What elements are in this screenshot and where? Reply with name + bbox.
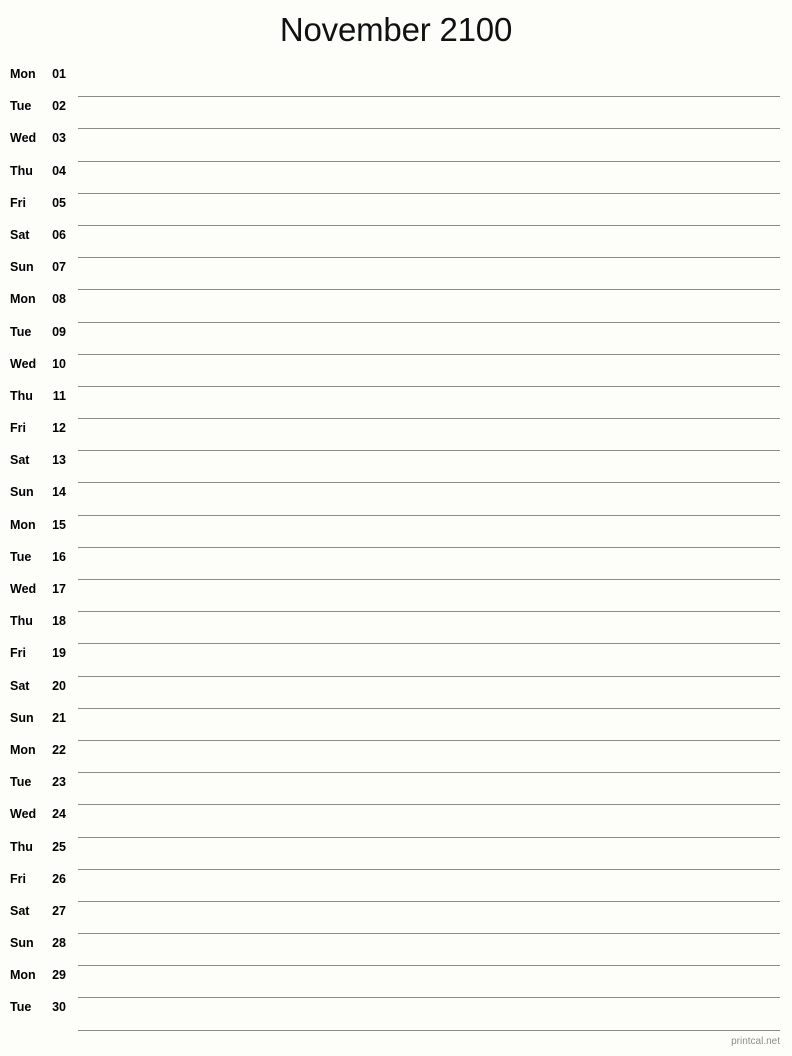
day-row[interactable]: Fri 05 [0, 194, 792, 226]
day-number-label: 22 [52, 742, 66, 757]
day-row[interactable]: Sun 14 [0, 483, 792, 516]
day-number-label: 23 [52, 775, 66, 790]
day-number-label: 12 [52, 421, 66, 436]
day-row[interactable]: Thu 25 [0, 838, 792, 870]
day-number-label: 17 [52, 582, 66, 596]
day-number-label: 18 [52, 614, 66, 629]
day-number-label: 30 [52, 1000, 66, 1015]
day-number-label: 29 [52, 968, 66, 983]
day-row[interactable]: Thu 11 [0, 387, 792, 420]
day-number-label: 19 [52, 646, 66, 661]
day-row[interactable]: Wed 17 [0, 580, 792, 613]
day-number-label: 26 [52, 871, 66, 886]
day-row[interactable]: Fri 19 [0, 644, 792, 677]
day-row[interactable]: Sun 21 [0, 709, 792, 741]
footer-credit: printcal.net [731, 1036, 780, 1047]
day-row[interactable]: Tue 16 [0, 548, 792, 580]
day-row[interactable]: Tue 23 [0, 773, 792, 806]
day-row[interactable]: Sat 06 [0, 226, 792, 259]
day-row[interactable]: Wed 10 [0, 355, 792, 387]
day-number-label: 05 [52, 195, 66, 210]
day-row[interactable]: Mon 01 [0, 65, 792, 98]
day-number-label: 14 [52, 485, 66, 500]
day-number-label: 11 [52, 388, 66, 403]
day-number-label: 02 [52, 99, 66, 114]
day-row[interactable]: Sat 13 [0, 451, 792, 484]
day-row[interactable]: Fri 12 [0, 419, 792, 452]
day-row[interactable]: Thu 18 [0, 612, 792, 645]
day-number-label: 06 [52, 227, 66, 242]
day-row[interactable]: Wed 03 [0, 129, 792, 162]
day-write-line[interactable] [78, 1029, 780, 1031]
day-number-label: 15 [52, 517, 66, 532]
day-row[interactable]: Tue 30 [0, 998, 792, 1031]
day-number-label: 01 [52, 67, 66, 81]
day-row[interactable]: Sun 07 [0, 258, 792, 291]
day-row[interactable]: Mon 15 [0, 516, 792, 548]
day-number-label: 28 [52, 936, 66, 951]
day-number-label: 20 [52, 678, 66, 693]
day-number-label: 24 [52, 807, 66, 822]
day-row[interactable]: Mon 08 [0, 290, 792, 323]
day-number-label: 04 [52, 163, 66, 178]
day-row[interactable]: Tue 09 [0, 323, 792, 355]
day-row[interactable]: Sat 27 [0, 902, 792, 935]
calendar-page: November 2100 Mon 01 Tue 02 Wed 03 Thu 04 Fri 05 S… [0, 0, 792, 1056]
day-row[interactable]: Sat 20 [0, 677, 792, 709]
day-row[interactable]: Wed 24 [0, 805, 792, 838]
page-title: November 2100 [279, 11, 513, 48]
day-number-label: 25 [52, 839, 66, 854]
day-number-label: 13 [52, 453, 66, 468]
day-number-label: 10 [52, 356, 66, 371]
day-row[interactable]: Thu 04 [0, 162, 792, 194]
day-number-label: 21 [52, 710, 66, 725]
day-number-label: 16 [52, 549, 66, 564]
day-row[interactable]: Mon 29 [0, 966, 792, 999]
day-row[interactable]: Mon 22 [0, 741, 792, 774]
day-rows-list: Mon 01 Tue 02 Wed 03 Thu 04 Fri 05 Sat 06 Sun 07 Mon 08… [0, 65, 792, 1031]
day-row[interactable]: Tue 02 [0, 97, 792, 130]
day-number-label: 09 [52, 324, 66, 339]
day-number-label: 08 [52, 292, 66, 307]
day-number-label: 07 [52, 260, 66, 275]
day-row[interactable]: Sun 28 [0, 934, 792, 967]
day-number-label: 27 [52, 903, 66, 918]
day-row[interactable]: Fri 26 [0, 870, 792, 902]
day-number-label: 03 [52, 131, 66, 146]
